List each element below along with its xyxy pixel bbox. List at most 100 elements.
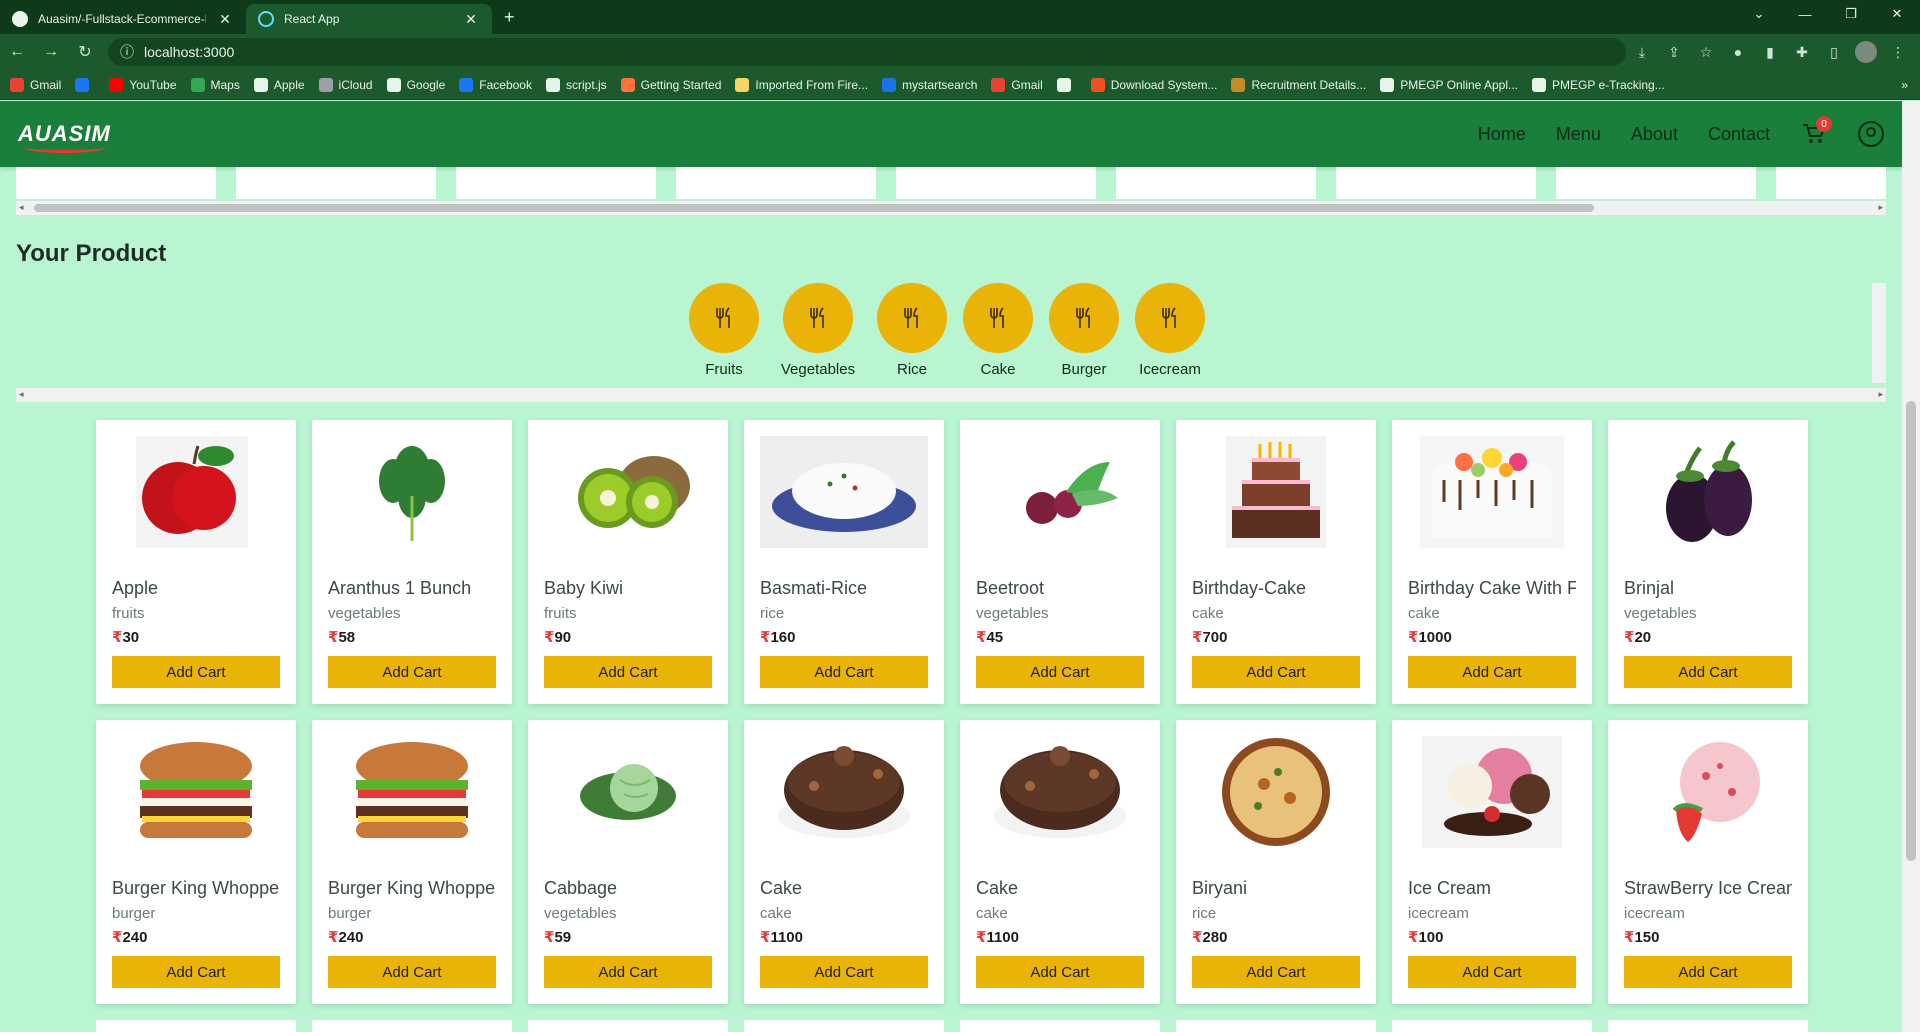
product-card[interactable]: Cake cake ₹1100 Add Cart (960, 720, 1160, 1004)
bookmark-item[interactable]: script.js (545, 77, 607, 92)
install-icon[interactable]: ⤓ (1626, 34, 1658, 70)
product-card[interactable]: Biryani rice ₹280 Add Cart (1176, 720, 1376, 1004)
product-card[interactable]: Cake cake ₹1100 Add Cart (744, 720, 944, 1004)
bookmark-item[interactable]: Google (386, 77, 445, 92)
product-card[interactable]: Birthday Cake With F cake ₹1000 Add Cart (1392, 420, 1592, 704)
product-card[interactable]: Birthday-Cake cake ₹700 Add Cart (1176, 420, 1376, 704)
restore-icon[interactable]: ❐ (1828, 0, 1874, 28)
add-cart-button[interactable]: Add Cart (976, 956, 1144, 988)
rupee-symbol: ₹ (1408, 929, 1419, 946)
product-card[interactable]: Aranthus 1 Bunch vegetables ₹58 Add Cart (312, 420, 512, 704)
add-cart-button[interactable]: Add Cart (1192, 956, 1360, 988)
extension-icon[interactable]: ▮ (1754, 34, 1786, 70)
add-cart-button[interactable]: Add Cart (112, 656, 280, 688)
star-icon[interactable]: ☆ (1690, 34, 1722, 70)
category-vegetables[interactable]: Vegetables (774, 283, 862, 378)
add-cart-button[interactable]: Add Cart (760, 656, 928, 688)
close-window-icon[interactable]: ✕ (1874, 0, 1920, 28)
bookmark-item[interactable]: mystartsearch (882, 77, 977, 92)
category-vertical-scrollbar[interactable] (1872, 283, 1886, 383)
bookmark-item[interactable]: Download System... (1090, 77, 1217, 92)
rupee-symbol: ₹ (328, 629, 339, 646)
nav-about[interactable]: About (1631, 124, 1678, 145)
add-cart-button[interactable]: Add Cart (544, 956, 712, 988)
add-cart-button[interactable]: Add Cart (544, 656, 712, 688)
product-card[interactable]: Apple fruits ₹30 Add Cart (96, 420, 296, 704)
bookmark-label: Apple (273, 77, 305, 92)
category-icecream[interactable]: Icecream (1134, 283, 1206, 378)
user-avatar-icon[interactable] (1858, 121, 1884, 147)
category-burger[interactable]: Burger (1048, 283, 1120, 378)
sidebar-icon[interactable]: ▯ (1818, 34, 1850, 70)
info-icon[interactable]: ⓘ (120, 42, 134, 62)
add-cart-button[interactable]: Add Cart (1192, 656, 1360, 688)
nav-menu[interactable]: Menu (1556, 124, 1601, 145)
bookmark-item[interactable]: Imported From Fire... (735, 77, 868, 92)
brand-logo[interactable]: AUASIM (18, 121, 111, 153)
price-value: 45 (986, 629, 1004, 646)
category-fruits[interactable]: Fruits (688, 283, 760, 378)
bookmark-item[interactable]: Maps (190, 77, 240, 92)
category-rice[interactable]: Rice (876, 283, 948, 378)
category-scrollbar[interactable]: ◂ ▸ (16, 388, 1886, 402)
product-name: Birthday Cake With F (1408, 578, 1576, 598)
bookmark-item[interactable]: Facebook (459, 77, 532, 92)
top-strip-scrollbar[interactable]: ◂ ▸ (16, 201, 1886, 215)
add-cart-button[interactable]: Add Cart (112, 956, 280, 988)
product-card[interactable]: Beetroot vegetables ₹45 Add Cart (960, 420, 1160, 704)
product-name: Brinjal (1624, 578, 1675, 598)
product-card[interactable]: StrawBerry Ice Cream icecream ₹150 Add Cart (1608, 720, 1808, 1004)
strip-card (1336, 167, 1536, 199)
extension-tree-icon[interactable]: ● (1722, 34, 1754, 70)
bookmark-item[interactable]: iCloud (318, 77, 373, 92)
new-tab-icon[interactable]: + (492, 7, 527, 34)
bookmark-item[interactable]: PMEGP Online Appl... (1380, 77, 1518, 92)
bookmark-item[interactable]: Getting Started (620, 77, 721, 92)
product-card[interactable]: Brinjal vegetables ₹20 Add Cart (1608, 420, 1808, 704)
bookmark-item[interactable]: Gmail (10, 77, 61, 92)
product-card[interactable]: Burger King Whoppe burger ₹240 Add Cart (96, 720, 296, 1004)
bookmark-item[interactable] (75, 77, 95, 92)
bookmarks-overflow-icon[interactable]: » (1901, 78, 1908, 92)
back-icon[interactable]: ← (0, 34, 34, 70)
chevron-down-icon[interactable]: ⌄ (1736, 0, 1782, 28)
product-card[interactable]: Ice Cream icecream ₹100 Add Cart (1392, 720, 1592, 1004)
bookmark-item[interactable] (1056, 77, 1077, 92)
product-card[interactable]: Baby Kiwi fruits ₹90 Add Cart (528, 420, 728, 704)
nav-home[interactable]: Home (1478, 124, 1526, 145)
add-cart-button[interactable]: Add Cart (976, 656, 1144, 688)
add-cart-button[interactable]: Add Cart (1624, 956, 1792, 988)
browser-tab-github[interactable]: Auasim/-Fullstack-Ecommerce-R ✕ (0, 4, 246, 34)
cart-button[interactable]: 0 (1800, 116, 1832, 148)
add-cart-button[interactable]: Add Cart (328, 656, 496, 688)
reload-icon[interactable]: ↻ (68, 34, 102, 70)
nav-contact[interactable]: Contact (1708, 124, 1770, 145)
bookmark-item[interactable]: Gmail (991, 77, 1043, 92)
product-card[interactable]: Burger King Whoppe burger ₹240 Add Cart (312, 720, 512, 1004)
menu-kebab-icon[interactable]: ⋮ (1882, 34, 1914, 70)
add-cart-button[interactable]: Add Cart (1408, 656, 1576, 688)
bookmark-item[interactable]: PMEGP e-Tracking... (1532, 77, 1665, 92)
url-input[interactable]: ⓘ localhost:3000 (108, 38, 1626, 66)
forward-icon[interactable]: → (34, 34, 68, 70)
add-cart-button[interactable]: Add Cart (760, 956, 928, 988)
price-value: 1100 (770, 929, 803, 946)
close-icon[interactable]: ✕ (216, 11, 234, 28)
puzzle-icon[interactable]: ✚ (1786, 34, 1818, 70)
product-card[interactable]: Cabbage vegetables ₹59 Add Cart (528, 720, 728, 1004)
add-cart-button[interactable]: Add Cart (1408, 956, 1576, 988)
browser-tab-react[interactable]: React App ✕ (246, 4, 492, 34)
category-cake[interactable]: Cake (962, 283, 1034, 378)
page-scrollbar[interactable] (1902, 101, 1920, 1032)
profile-avatar[interactable] (1850, 34, 1882, 70)
share-icon[interactable]: ⇪ (1658, 34, 1690, 70)
bookmark-item[interactable]: YouTube (109, 77, 177, 92)
add-cart-button[interactable]: Add Cart (1624, 656, 1792, 688)
add-cart-button[interactable]: Add Cart (328, 956, 496, 988)
bookmark-item[interactable]: Apple (253, 77, 305, 92)
bookmark-item[interactable]: Recruitment Details... (1231, 77, 1366, 92)
product-price: ₹150 (1624, 928, 1792, 946)
product-card[interactable]: Basmati-Rice rice ₹160 Add Cart (744, 420, 944, 704)
close-icon[interactable]: ✕ (462, 11, 480, 28)
minimize-icon[interactable]: — (1782, 0, 1828, 28)
